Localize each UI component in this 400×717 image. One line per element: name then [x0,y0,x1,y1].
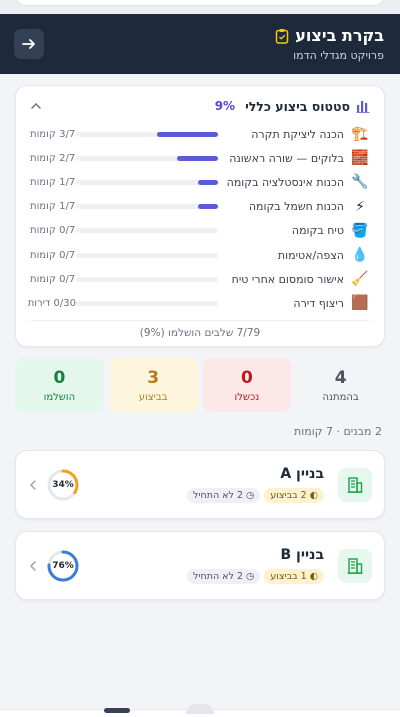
step-label: טיח בקומה [291,224,344,238]
stat-label: בביצוע [138,391,168,403]
step-icon: ⚡ [355,198,365,215]
step-progress-fill [156,131,218,137]
progress-percent: 76% [52,560,74,571]
overall-status-card: סטטוס ביצוע כללי 9% 🏗️ הכנה ליציקת תקרה 3/… [15,85,385,347]
stat-number: 0 [53,367,66,388]
status-footer: 7/79 שלבים הושלמו (9%) [30,319,370,339]
buildings-list: בניין A ◐ 2 בביצוע ◷ 2 לא התחיל 34% בניין B ◐… [0,450,400,600]
step-row[interactable]: 🟫 ריצוף דירה 0/30 דירות [27,291,370,315]
bottom-nav [0,704,400,717]
not-started-badge: ◷ 2 לא התחיל [186,488,261,503]
stat-card[interactable]: 0 הושלמו [15,358,104,412]
step-count: 0/7 קומות [30,273,76,285]
step-icon: 🧱 [351,150,369,167]
step-row[interactable]: ⚡ הכנות חשמל בקומה 1/7 קומות [30,195,370,219]
bottom-tab[interactable] [186,704,214,714]
step-progress-bar [76,155,218,161]
step-progress-bar [76,276,218,282]
building-name: בניין B [280,547,324,563]
in-progress-badge: ◐ 2 בביצוע [264,488,324,503]
bottom-handle [104,708,130,713]
step-progress-bar [76,252,218,258]
status-title: סטטוס ביצוע כללי [245,98,350,114]
step-progress-fill [198,179,218,185]
arrow-right-icon [22,39,35,49]
status-header[interactable]: סטטוס ביצוע כללי 9% [30,96,370,116]
chevron-up-icon[interactable] [30,100,42,112]
step-count: 1/7 קומות [30,176,76,188]
step-label: הכנות חשמל בקומה [248,200,344,214]
step-progress-bar [76,179,218,185]
step-row[interactable]: 🏗️ הכנה ליציקת תקרה 3/7 קומות [30,122,370,146]
progress-percent: 34% [52,479,74,490]
building-icon [338,548,372,583]
step-icon: 🟫 [351,295,369,312]
step-progress-fill [198,204,218,210]
step-icon: 💧 [351,247,369,264]
chevron-left-icon [29,560,36,571]
progress-ring: 34% [46,468,80,502]
step-icon: 🏗️ [351,126,369,143]
chevron-left-icon [29,479,36,490]
status-percent: 9% [214,99,236,113]
step-label: הצפה/אטימות [277,248,344,262]
clipboard-icon [276,28,289,44]
step-progress-bar [76,228,218,234]
stat-label: נכשלו [234,391,260,403]
stats-row: 4 בהמתנה 0 נכשלו 3 בביצוע 0 הושלמו [15,358,385,412]
step-count: 3/7 קומות [30,128,76,140]
step-list: 🏗️ הכנה ליציקת תקרה 3/7 קומות 🧱 בלוקים — שור… [27,122,370,316]
top-strip [0,0,400,14]
header-titles: בקרת ביצוע פרויקט מגדלי הדמו [275,26,384,62]
stat-number: 4 [334,367,347,388]
building-name: בניין A [280,466,324,482]
step-row[interactable]: 🪣 טיח בקומה 0/7 קומות [30,219,370,243]
step-progress-bar [76,204,218,210]
step-progress-bar [76,300,218,306]
step-count: 2/7 קומות [30,152,76,164]
step-label: ריצוף דירה [293,296,344,310]
bar-chart-icon [356,101,370,113]
step-count: 0/7 קומות [30,249,76,261]
stat-card[interactable]: 3 בביצוע [108,358,198,412]
stat-label: בהמתנה [322,391,359,403]
step-label: הכנה ליציקת תקרה [251,127,344,141]
building-icon [338,467,372,502]
stat-number: 3 [147,367,160,388]
step-row[interactable]: 💧 הצפה/אטימות 0/7 קומות [30,243,370,267]
stat-card[interactable]: 4 בהמתנה [296,358,385,412]
step-row[interactable]: 🧱 בלוקים — שורה ראשונה 2/7 קומות [30,146,370,170]
step-row[interactable]: 🧹 אישור סומסום אחרי טיח 0/7 קומות [30,267,370,291]
not-started-badge: ◷ 2 לא התחיל [186,569,261,584]
step-icon: 🧹 [351,271,369,288]
page-subtitle: פרויקט מגדלי הדמו [293,49,384,62]
stat-number: 0 [240,367,253,388]
step-label: בלוקים — שורה ראשונה [229,151,344,165]
step-label: הכנות אינסטלציה בקומה [226,175,344,189]
buildings-meta: 2 מבנים · 7 קומות [294,425,382,438]
page-header: בקרת ביצוע פרויקט מגדלי הדמו [0,14,400,74]
step-row[interactable]: 🔧 הכנות אינסטלציה בקומה 1/7 קומות [30,170,370,194]
step-count: 0/30 דירות [27,297,76,309]
stat-label: הושלמו [43,391,76,403]
in-progress-badge: ◐ 1 בביצוע [264,569,324,584]
progress-ring: 76% [46,549,80,583]
back-button[interactable] [14,29,44,59]
step-progress-bar [76,131,218,137]
building-card[interactable]: בניין A ◐ 2 בביצוע ◷ 2 לא התחיל 34% [15,450,385,519]
step-icon: 🔧 [351,174,369,191]
step-count: 0/7 קומות [30,225,76,237]
step-progress-fill [176,155,218,161]
step-label: אישור סומסום אחרי טיח [231,272,344,286]
top-pill [14,0,386,6]
step-icon: 🪣 [351,222,369,239]
stat-card[interactable]: 0 נכשלו [202,358,292,412]
page-title: בקרת ביצוע [295,26,384,45]
step-count: 1/7 קומות [30,201,76,213]
building-card[interactable]: בניין B ◐ 1 בביצוע ◷ 2 לא התחיל 76% [15,531,385,600]
